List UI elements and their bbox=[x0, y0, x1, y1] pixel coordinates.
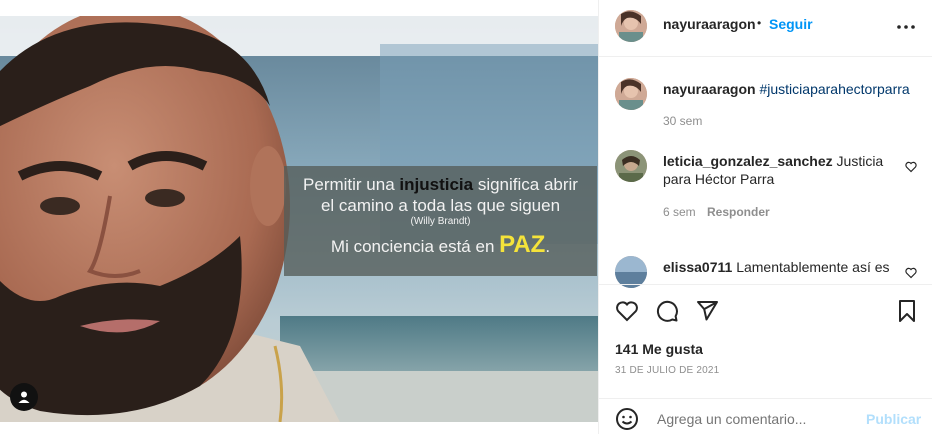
publish-button[interactable]: Publicar bbox=[866, 411, 921, 427]
comment-1-time[interactable]: 6 sem bbox=[663, 205, 696, 219]
comment-1-username[interactable]: leticia_gonzalez_sanchez bbox=[663, 153, 833, 169]
more-options-icon bbox=[897, 25, 915, 29]
post-sidebar: nayuraaragon • Seguir nayuraaragon #just… bbox=[598, 0, 932, 434]
caption-username[interactable]: nayuraaragon bbox=[663, 81, 756, 97]
avatar-image bbox=[615, 150, 647, 182]
avatar-image bbox=[615, 10, 647, 42]
comment-2-like-button[interactable] bbox=[905, 266, 917, 279]
share-button[interactable] bbox=[695, 299, 719, 323]
caption-text: nayuraaragon #justiciaparahectorparra bbox=[663, 80, 910, 98]
likes-count[interactable]: 141 Me gusta bbox=[615, 341, 703, 357]
tagged-users-button[interactable] bbox=[10, 383, 38, 411]
quote-highlight-word: injusticia bbox=[399, 175, 474, 194]
heart-icon bbox=[905, 267, 917, 279]
quote-line-2: el camino a toda las que siguen bbox=[320, 196, 561, 215]
comment-2-text: elissa0711 Lamentablemente así es bbox=[663, 259, 890, 275]
quote-emphasis-word: PAZ bbox=[499, 231, 546, 258]
caption-hashtag[interactable]: #justiciaparahectorparra bbox=[759, 81, 909, 97]
quote-overlay: Permitir una injusticia significa abrir … bbox=[284, 166, 597, 276]
comment-1-reply-button[interactable]: Responder bbox=[707, 205, 770, 219]
emoji-icon bbox=[616, 408, 638, 430]
commenter-avatar[interactable] bbox=[615, 150, 647, 182]
caption-time[interactable]: 30 sem bbox=[663, 114, 702, 128]
comment-input[interactable] bbox=[655, 408, 859, 430]
follow-button[interactable]: Seguir bbox=[769, 16, 813, 32]
emoji-button[interactable] bbox=[615, 407, 639, 431]
comment-1-like-button[interactable] bbox=[905, 160, 917, 173]
comment-1-text: leticia_gonzalez_sanchez Justicia para H… bbox=[663, 153, 884, 187]
share-icon bbox=[697, 301, 718, 321]
heart-icon bbox=[905, 161, 917, 173]
comment-2-username[interactable]: elissa0711 bbox=[663, 259, 732, 275]
comment-button[interactable] bbox=[655, 299, 679, 323]
like-heart-icon bbox=[616, 301, 638, 322]
comment-icon bbox=[656, 300, 678, 322]
more-options-button[interactable] bbox=[895, 16, 917, 38]
caption-avatar[interactable] bbox=[615, 78, 647, 110]
like-button[interactable] bbox=[615, 299, 639, 323]
header-separator: • bbox=[757, 16, 762, 30]
avatar-image bbox=[615, 78, 647, 110]
author-username[interactable]: nayuraaragon bbox=[663, 16, 756, 32]
user-silhouette-icon bbox=[18, 391, 30, 403]
save-bookmark-icon bbox=[899, 300, 915, 322]
post-date[interactable]: 31 DE JULIO DE 2021 bbox=[615, 365, 719, 376]
post-header: nayuraaragon • Seguir bbox=[599, 0, 932, 57]
save-button[interactable] bbox=[895, 299, 919, 323]
quote-line-4: Mi conciencia está en PAZ. bbox=[330, 231, 551, 258]
post-image[interactable]: Permitir una injusticia significa abrir … bbox=[0, 16, 598, 422]
author-avatar[interactable] bbox=[615, 10, 647, 42]
quote-line-1: Permitir una injusticia significa abrir bbox=[303, 175, 578, 194]
quote-author: (Willy Brandt) bbox=[410, 216, 471, 227]
add-comment-bar: Publicar bbox=[599, 398, 932, 435]
